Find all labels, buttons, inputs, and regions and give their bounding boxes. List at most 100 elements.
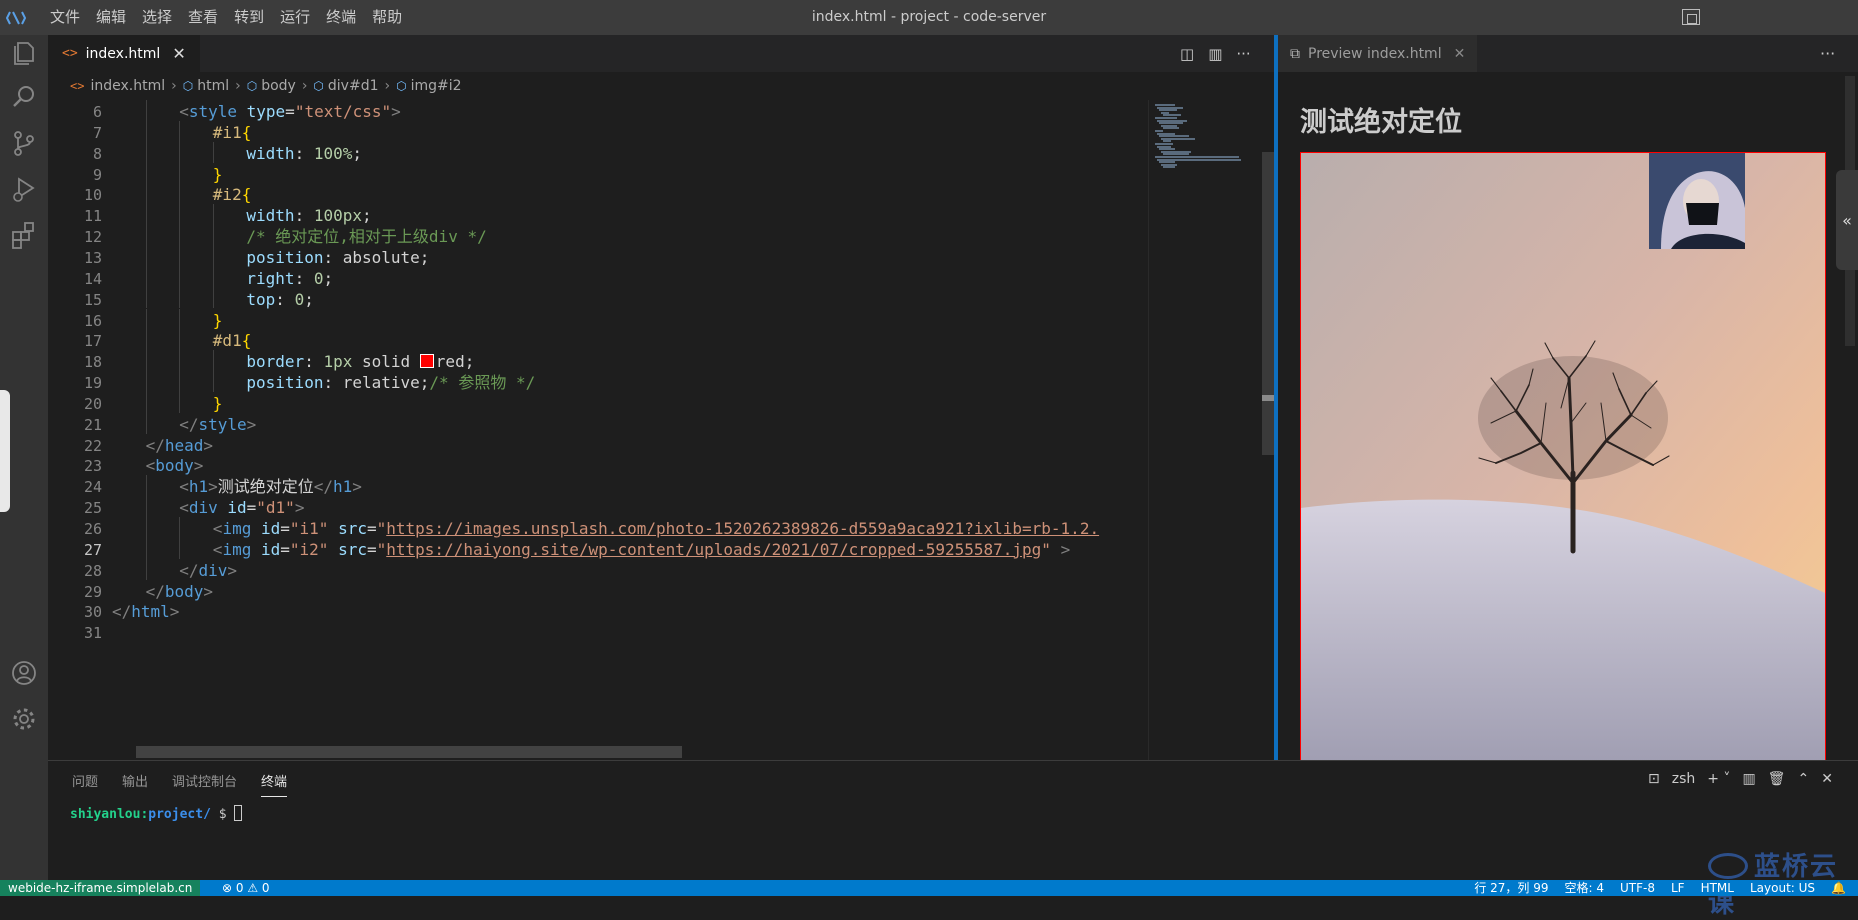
line-ending[interactable]: LF — [1671, 880, 1685, 896]
indent-guide — [212, 266, 214, 288]
keyboard-layout[interactable]: Layout: US — [1750, 880, 1815, 896]
preview-pane: 测试绝对定位 — [1278, 72, 1858, 760]
breadcrumb-label: html — [197, 78, 230, 94]
breadcrumb-label: div#d1 — [327, 78, 379, 94]
preview-tab-label: Preview index.html — [1308, 45, 1442, 62]
panel-tab[interactable]: 输出 — [122, 771, 148, 797]
indent-guide — [179, 517, 181, 538]
preview-image-container — [1300, 152, 1826, 760]
element-icon: ⬡ — [313, 79, 324, 93]
remote-indicator[interactable]: webide-hz-iframe.simplelab.cn — [0, 880, 201, 896]
line-number: 31 — [83, 624, 102, 643]
tab-label: index.html — [85, 45, 161, 62]
indent-guide — [212, 141, 214, 163]
indentation[interactable]: 空格: 4 — [1565, 880, 1605, 896]
panel-tab[interactable]: 终端 — [261, 771, 288, 797]
element-icon: ⬡ — [246, 79, 258, 93]
indent-guide — [145, 412, 147, 434]
notifications-bell-icon[interactable]: 🔔 — [1831, 880, 1846, 896]
prompt-path: project/ — [148, 807, 211, 822]
bottom-panel: 问题 输出 调试控制台 终端 ⊡ zsh + ˅ ▥ 🗑 ⌃ ✕ shiyanlou:… — [48, 760, 1858, 919]
trash-icon[interactable]: 🗑 — [1768, 771, 1786, 787]
open-preview-icon[interactable]: ◫ — [1180, 45, 1194, 63]
minimap[interactable] — [1148, 100, 1260, 760]
indent-guide — [179, 391, 181, 413]
breadcrumb-label: body — [261, 78, 296, 94]
tab-preview[interactable]: ⧉ Preview index.html ✕ — [1278, 35, 1478, 72]
breadcrumb-item[interactable]: ⬡ html — [183, 78, 229, 94]
more-actions-icon[interactable]: ··· — [1236, 45, 1250, 63]
indent-guide — [145, 120, 147, 142]
indent-guide — [145, 183, 147, 205]
indent-guide — [145, 245, 147, 267]
close-icon[interactable]: ✕ — [172, 44, 185, 63]
status-bar: webide-hz-iframe.simplelab.cn ⊗ 0 ⚠ 0 行 … — [0, 880, 1858, 896]
horizontal-scrollbar[interactable] — [136, 746, 682, 758]
scrollbar-cursor-marker — [1262, 395, 1274, 401]
breadcrumb-item[interactable]: <> index.html — [70, 78, 165, 94]
new-terminal-icon[interactable]: + ˅ — [1707, 771, 1730, 787]
title-bar: 文件 编辑 选择 查看 转到 运行 终端 帮助 index.html - project - … — [0, 0, 1858, 35]
indent-guide — [179, 350, 181, 372]
code-line: 31 — [48, 621, 1148, 646]
breadcrumb-item[interactable]: ⬡ body — [247, 78, 296, 94]
indent-guide — [179, 287, 181, 309]
settings-gear-icon[interactable] — [8, 703, 40, 735]
avatar-image — [1649, 153, 1745, 249]
breadcrumb-item[interactable]: ⬡ img#i2 — [396, 78, 461, 94]
terminal[interactable]: shiyanlou:project/ $ — [70, 805, 243, 822]
cursor-position[interactable]: 行 27，列 99 — [1474, 880, 1548, 896]
panel-actions: ⊡ zsh + ˅ ▥ 🗑 ⌃ ✕ — [1648, 771, 1833, 787]
search-icon[interactable] — [8, 81, 40, 113]
encoding[interactable]: UTF-8 — [1620, 880, 1655, 896]
indent-guide — [145, 287, 147, 309]
html-file-icon: <> — [70, 79, 85, 93]
html-file-icon: <> — [62, 46, 78, 61]
indent-guide — [145, 496, 147, 517]
status-right-items: 行 27，列 99 空格: 4 UTF-8 LF HTML Layout: US… — [1474, 880, 1846, 896]
indent-guide — [179, 329, 181, 351]
split-editor-icon[interactable]: ▥ — [1208, 45, 1222, 63]
breadcrumb: <> index.html › ⬡ html › ⬡ body › ⬡ div#d1 › ⬡ img#i2 — [48, 72, 1274, 100]
breadcrumb-item[interactable]: ⬡ div#d1 — [313, 78, 378, 94]
problems-indicator[interactable]: ⊗ 0 ⚠ 0 — [222, 880, 270, 896]
split-terminal-icon[interactable]: ▥ — [1742, 771, 1755, 787]
minimap-line — [1163, 166, 1175, 169]
panel-tab[interactable]: 调试控制台 — [172, 771, 237, 797]
prompt-user: shiyanlou: — [70, 807, 149, 822]
indent-guide — [145, 100, 147, 121]
tab-index-html[interactable]: <> index.html ✕ — [48, 35, 200, 72]
indent-guide — [212, 350, 214, 372]
panel-tab[interactable]: 问题 — [72, 771, 98, 797]
indent-guide — [179, 225, 181, 246]
account-icon[interactable] — [8, 657, 40, 689]
language-mode[interactable]: HTML — [1701, 880, 1734, 896]
maximize-panel-icon[interactable]: ⌃ — [1797, 771, 1809, 787]
code-editor[interactable]: 6 <style type="text/css"> 7 #i1{8 width: 100… — [48, 100, 1148, 760]
more-actions-icon[interactable]: ··· — [1820, 35, 1835, 72]
chevron-right-icon: › — [301, 78, 308, 94]
run-debug-icon[interactable] — [8, 173, 40, 205]
preview-icon: ⧉ — [1290, 45, 1300, 62]
collapse-chevron-icon[interactable]: « — [1836, 170, 1858, 270]
indent-guide — [179, 183, 181, 205]
indent-guide — [212, 371, 214, 392]
explorer-icon[interactable] — [8, 37, 40, 69]
indent-guide — [145, 162, 147, 184]
vertical-scrollbar[interactable] — [1262, 152, 1274, 455]
source-control-icon[interactable] — [8, 127, 40, 159]
terminal-icon: ⊡ — [1648, 771, 1660, 787]
breadcrumb-label: img#i2 — [410, 78, 462, 94]
extensions-icon[interactable] — [8, 219, 40, 251]
indent-guide — [145, 391, 147, 413]
indent-guide — [145, 517, 147, 538]
indent-guide — [145, 204, 147, 226]
shell-name[interactable]: zsh — [1672, 771, 1696, 787]
indent-guide — [145, 308, 147, 330]
close-panel-icon[interactable]: ✕ — [1821, 771, 1833, 787]
chevron-right-icon: › — [235, 78, 241, 94]
sidebar-toggle-handle[interactable] — [0, 390, 10, 512]
indent-guide — [179, 245, 181, 267]
close-icon[interactable]: ✕ — [1454, 46, 1466, 62]
layout-toggle-icon[interactable] — [1682, 9, 1700, 25]
